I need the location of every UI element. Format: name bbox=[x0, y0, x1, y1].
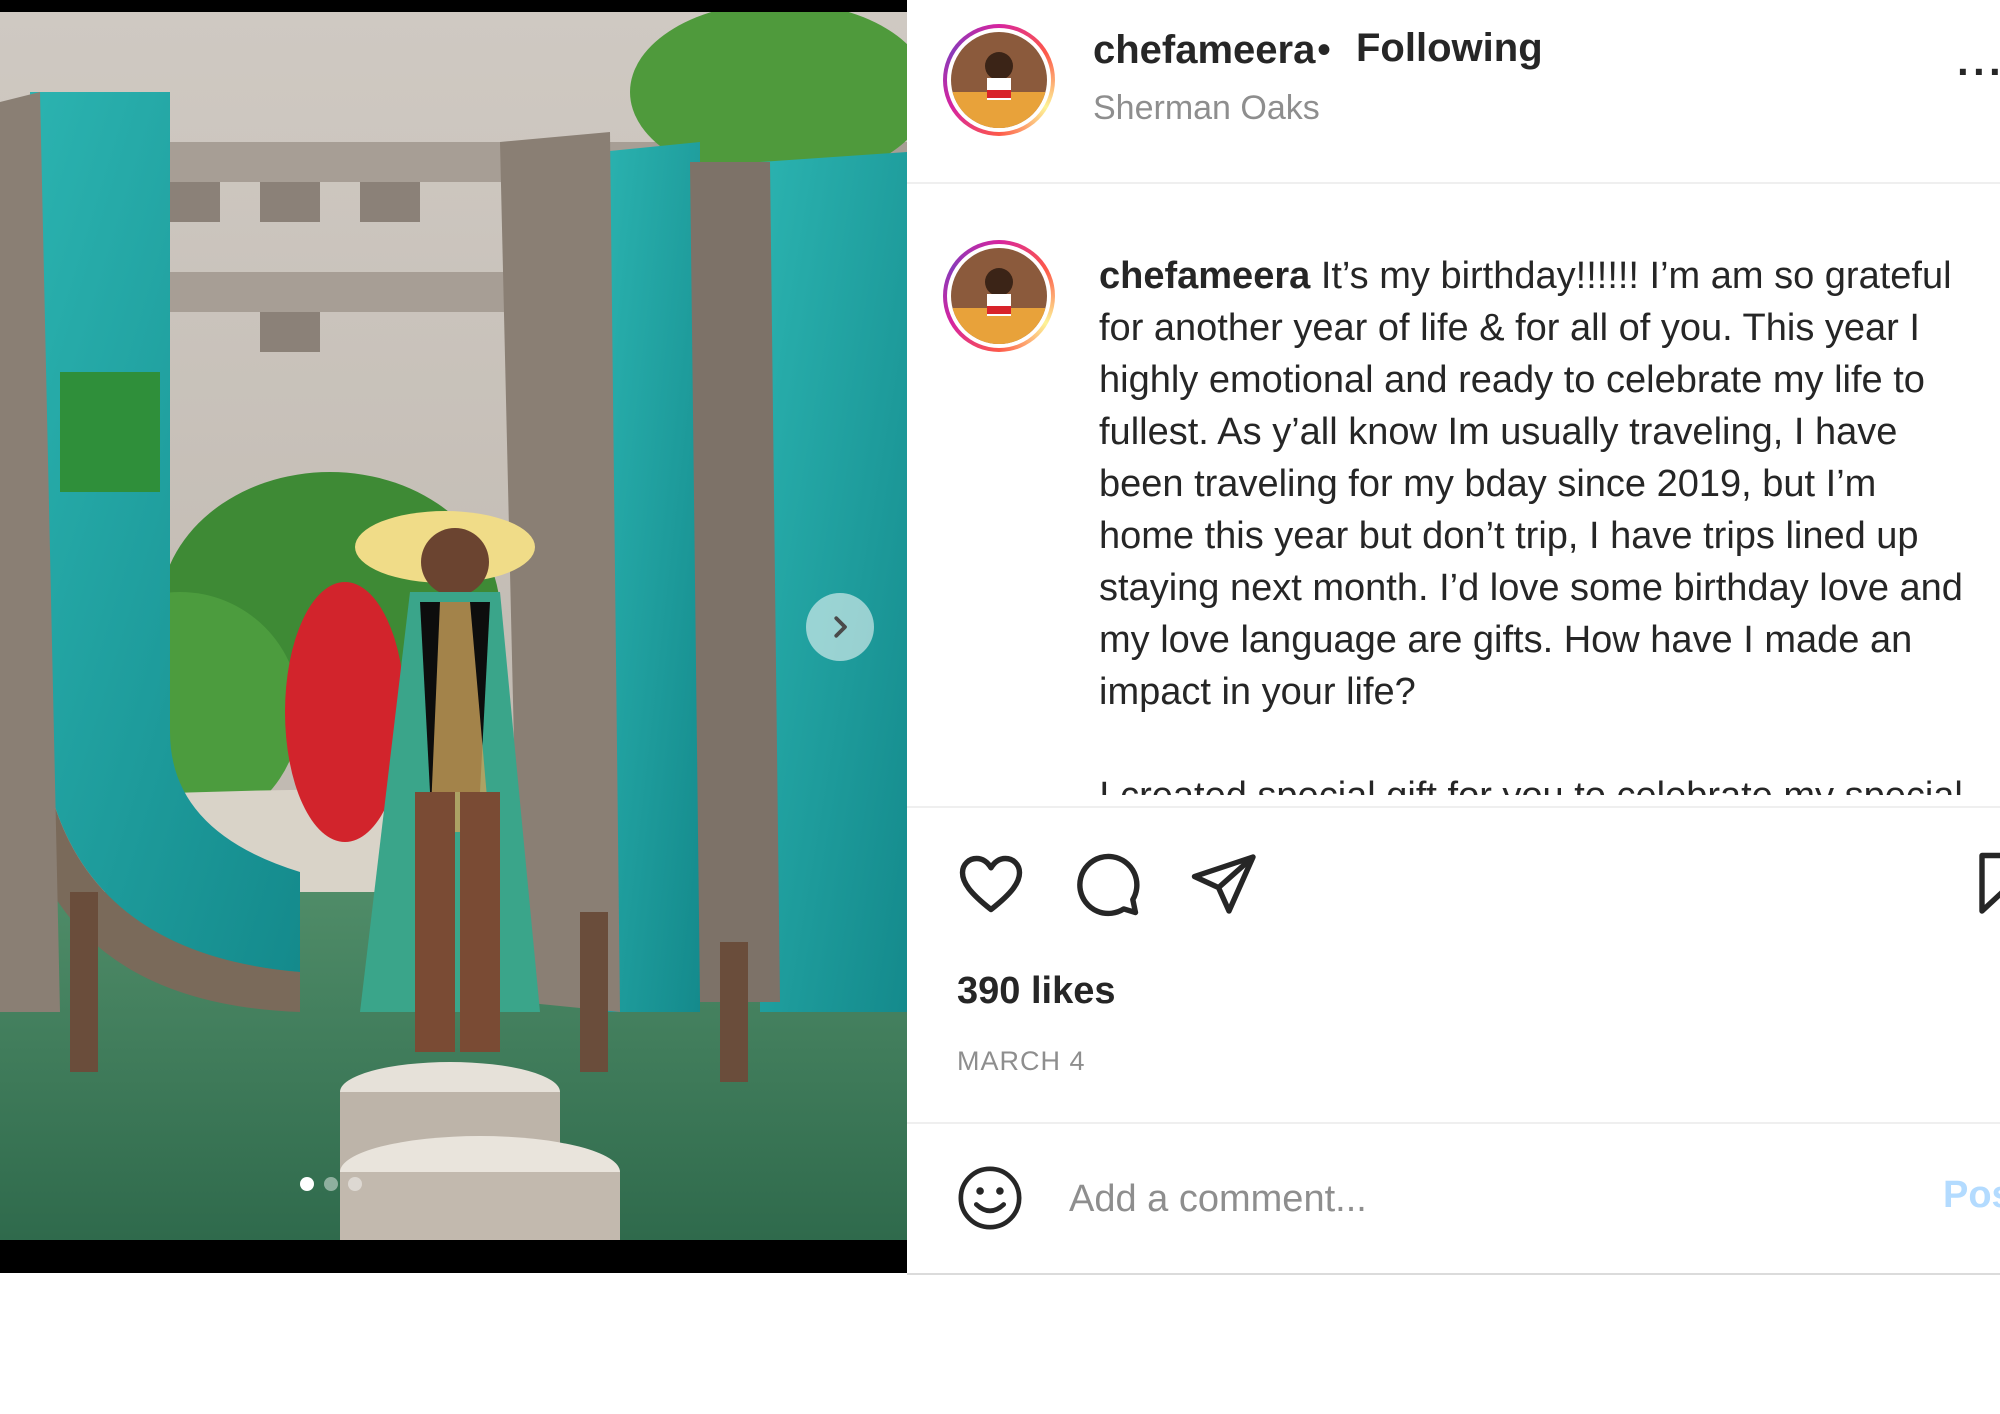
post-location[interactable]: Sherman Oaks bbox=[1093, 89, 1320, 128]
caption-username[interactable]: chefameera bbox=[1099, 255, 1310, 297]
avatar-frame bbox=[947, 244, 1051, 348]
caption-line: impact in your life? bbox=[1099, 671, 1416, 713]
caption-line: chefameera It’s my birthday!!!!!! I’m am… bbox=[1099, 250, 1999, 302]
following-button[interactable]: Following bbox=[1356, 26, 1543, 71]
heart-icon[interactable] bbox=[955, 848, 1027, 920]
avatar[interactable] bbox=[943, 24, 1055, 136]
caption-avatar[interactable] bbox=[943, 240, 1055, 352]
speech-bubble-icon[interactable] bbox=[1071, 848, 1143, 920]
caption-line: been traveling for my bday since 2019, b… bbox=[1099, 463, 1877, 505]
carousel-indicator bbox=[300, 1177, 362, 1191]
carousel-dot bbox=[348, 1177, 362, 1191]
bookmark-icon[interactable] bbox=[1967, 848, 2000, 920]
chevron-right-icon bbox=[834, 616, 847, 638]
caption-text: It’s my birthday!!!!!! I’m am so gratefu… bbox=[1320, 255, 1952, 297]
carousel-dot bbox=[300, 1177, 314, 1191]
post-photo-panel bbox=[0, 0, 907, 1273]
post-caption: chefameera It’s my birthday!!!!!! I’m am… bbox=[1099, 250, 1999, 795]
more-options-button[interactable]: ··· bbox=[1957, 48, 2000, 96]
caption-line: I created special gift for you to celebr… bbox=[1099, 770, 1999, 795]
caption-gap bbox=[1099, 718, 1999, 770]
caption-line: highly emotional and ready to celebrate … bbox=[1099, 359, 1925, 401]
post-photo bbox=[0, 12, 907, 1240]
comment-input[interactable] bbox=[1069, 1167, 1889, 1231]
carousel-dot bbox=[324, 1177, 338, 1191]
caption-line: home this year but don’t trip, I have tr… bbox=[1099, 515, 1919, 557]
post-details-panel: chefameera • Following Sherman Oaks ··· … bbox=[907, 0, 2000, 1275]
header-divider bbox=[907, 182, 2000, 184]
paper-plane-icon[interactable] bbox=[1187, 848, 1259, 920]
post-comment-button[interactable]: Post bbox=[1943, 1174, 2000, 1217]
caption-line: fullest. As y’all know Im usually travel… bbox=[1099, 411, 1898, 453]
profile-picture bbox=[951, 248, 1047, 344]
post-author-username[interactable]: chefameera bbox=[1093, 28, 1315, 73]
profile-picture bbox=[951, 32, 1047, 128]
likes-count[interactable]: 390 likes bbox=[957, 970, 1115, 1013]
post-date[interactable]: MARCH 4 bbox=[957, 1046, 1086, 1077]
caption-line: staying next month. I’d love some birthd… bbox=[1099, 567, 1963, 609]
follow-separator: • bbox=[1317, 28, 1332, 72]
caption-line: for another year of life & for all of yo… bbox=[1099, 307, 1920, 349]
smiley-icon[interactable] bbox=[955, 1163, 1025, 1233]
avatar-frame bbox=[947, 28, 1051, 132]
caption-divider bbox=[907, 806, 2000, 808]
caption-line: my love language are gifts. How have I m… bbox=[1099, 619, 1913, 661]
carousel-next-button[interactable] bbox=[806, 593, 874, 661]
comment-divider bbox=[907, 1122, 2000, 1124]
